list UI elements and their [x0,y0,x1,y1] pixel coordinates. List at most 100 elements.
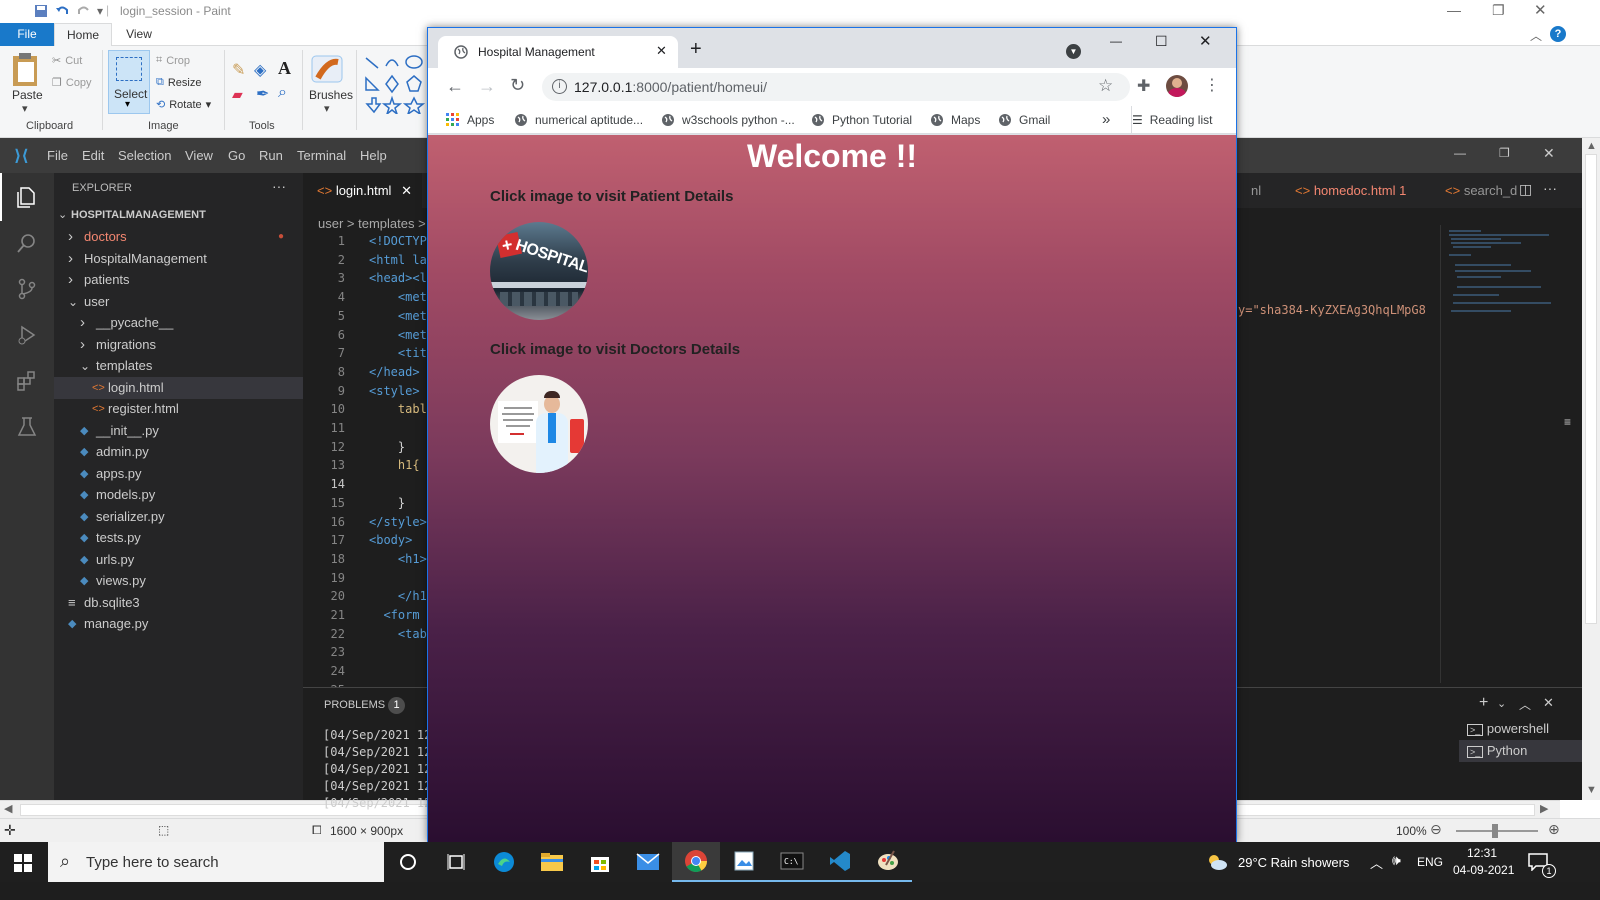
tab-close-icon[interactable]: ✕ [656,43,667,59]
tree-item[interactable]: ⌄ user [54,291,303,313]
doctor-details-image-link[interactable] [490,375,588,473]
paint-vertical-scrollbar[interactable]: ▲ ▼ [1582,138,1600,800]
new-tab-button[interactable]: + [690,38,702,61]
menu-go[interactable]: Go [228,148,245,163]
tree-item[interactable]: <> register.html [54,398,303,420]
source-control-icon[interactable] [15,277,39,301]
terminal-dropdown-icon[interactable]: ⌄ [1497,697,1506,710]
tab-search-icon[interactable]: ▼ [1066,44,1081,59]
tab-search-d[interactable]: <> search_d [1431,173,1519,208]
redo-icon[interactable] [77,4,91,18]
taskbar-search-box[interactable]: ⌕ Type here to search [48,842,384,882]
vscode-restore-button[interactable]: ❐ [1499,146,1510,160]
quick-access-dropdown-icon[interactable]: ▾ [97,4,103,18]
paint-close-button[interactable]: ✕ [1534,1,1547,19]
text-icon[interactable]: A [278,58,291,79]
patient-details-image-link[interactable]: + HOSPITAL [490,222,588,320]
tab-login-html[interactable]: <> login.html ✕ [303,173,422,208]
bookmark-apps[interactable]: Apps [446,106,494,134]
terminal-taskbar-icon[interactable]: C:\ [768,842,816,882]
color-picker-icon[interactable]: ✒ [256,84,269,104]
explorer-more-actions-icon[interactable]: ··· [272,178,286,194]
paint-taskbar-icon[interactable] [864,842,912,882]
chrome-close-button[interactable]: ✕ [1199,32,1212,50]
site-info-icon[interactable]: i [552,79,567,94]
fill-icon[interactable]: ◈ [254,60,266,80]
paint-file-tab[interactable]: File [0,23,54,46]
microsoft-store-icon[interactable] [576,842,624,882]
chrome-taskbar-icon[interactable] [672,842,720,882]
paste-button[interactable]: Paste [12,88,43,102]
maximize-panel-icon[interactable]: ︿ [1519,696,1531,713]
minimap[interactable] [1440,225,1554,683]
search-icon[interactable] [15,231,39,255]
vscode-minimize-button[interactable]: — [1454,146,1466,160]
extensions-icon[interactable] [15,369,39,393]
tab-partial[interactable]: nl [1237,173,1279,208]
reload-button[interactable]: ↻ [510,75,525,96]
bookmark-star-icon[interactable]: ☆ [1098,76,1113,96]
bookmark-gmail[interactable]: Gmail [998,106,1050,134]
tab-close-icon[interactable]: ✕ [401,183,412,198]
menu-help[interactable]: Help [360,148,387,163]
zoom-slider-handle[interactable] [1492,824,1498,838]
paste-icon[interactable] [10,52,42,88]
tree-item[interactable]: ◆ models.py [54,484,303,506]
scroll-down-icon[interactable]: ▼ [1586,784,1597,796]
file-explorer-icon[interactable] [528,842,576,882]
tree-item[interactable]: › HospitalManagement [54,248,303,270]
terminal-list-python[interactable]: >_ Python [1459,740,1582,762]
editor-scrollbar[interactable]: ≡ [1554,225,1582,683]
project-root[interactable]: ⌄ HOSPITALMANAGEMENT [54,204,303,226]
tree-item[interactable]: ⌄ templates [54,355,303,377]
tab-homedoc-html[interactable]: <> homedoc.html 1 [1281,173,1431,208]
editor-more-icon[interactable]: ··· [1543,180,1557,196]
rotate-button[interactable]: ⟲ Rotate ▾ [156,98,211,112]
tree-item[interactable]: ◆ apps.py [54,463,303,485]
run-debug-icon[interactable] [15,323,39,347]
tree-item[interactable]: › __pycache__ [54,312,303,334]
show-hidden-icons-button[interactable]: ︿ [1370,853,1383,872]
help-icon[interactable]: ? [1550,26,1566,42]
clock-date[interactable]: 04-09-2021 [1453,863,1514,877]
address-bar[interactable]: i 127.0.0.1:8000/patient/homeui/ ☆ [542,73,1130,101]
paint-minimize-button[interactable]: — [1447,2,1461,18]
edge-icon[interactable] [480,842,528,882]
explorer-icon[interactable] [15,185,39,209]
menu-view[interactable]: View [185,148,213,163]
menu-run[interactable]: Run [259,148,283,163]
back-button[interactable]: ← [446,76,464,97]
bookmark-python-tutorial[interactable]: Python Tutorial [811,106,912,134]
zoom-in-button[interactable]: ⊕ [1548,821,1560,838]
shapes-gallery[interactable] [364,54,426,114]
paint-restore-button[interactable]: ❐ [1492,2,1505,19]
ribbon-collapse-icon[interactable]: ︿ [1530,27,1542,44]
tree-item[interactable]: ◆ manage.py [54,613,303,635]
browser-tab[interactable]: Hospital Management ✕ [438,36,678,68]
copy-button[interactable]: ❐ Copy [52,76,92,90]
bookmark-w3schools-python[interactable]: w3schools python -... [661,106,795,134]
chrome-menu-icon[interactable]: ⋮ [1204,75,1220,95]
chrome-minimize-button[interactable]: — [1110,34,1122,48]
mail-icon[interactable] [624,842,672,882]
crop-button[interactable]: ⌗ Crop [156,54,190,67]
tree-item[interactable]: › doctors ● [54,226,303,248]
extensions-puzzle-icon[interactable]: ✚ [1137,76,1150,96]
problems-tab[interactable]: PROBLEMS [324,699,385,711]
tree-item[interactable]: › migrations [54,334,303,356]
input-language[interactable]: ENG [1417,855,1443,869]
profile-avatar[interactable] [1166,75,1188,97]
tree-item[interactable]: ◆ __init__.py [54,420,303,442]
weather-icon[interactable] [1206,852,1228,872]
scroll-up-icon[interactable]: ▲ [1586,140,1597,152]
select-button[interactable]: Select ▾ [108,50,150,114]
testing-icon[interactable] [15,415,39,439]
menu-selection[interactable]: Selection [118,148,171,163]
bookmark-numerical-aptitude[interactable]: numerical aptitude... [514,106,643,134]
tree-item[interactable]: ◆ admin.py [54,441,303,463]
more-bookmarks-button[interactable]: » [1102,106,1110,134]
resize-button[interactable]: ⧉ Resize [156,76,201,89]
brushes-button[interactable]: Brushes [309,88,353,102]
windows-start-icon[interactable] [14,854,32,872]
undo-icon[interactable] [55,4,69,18]
